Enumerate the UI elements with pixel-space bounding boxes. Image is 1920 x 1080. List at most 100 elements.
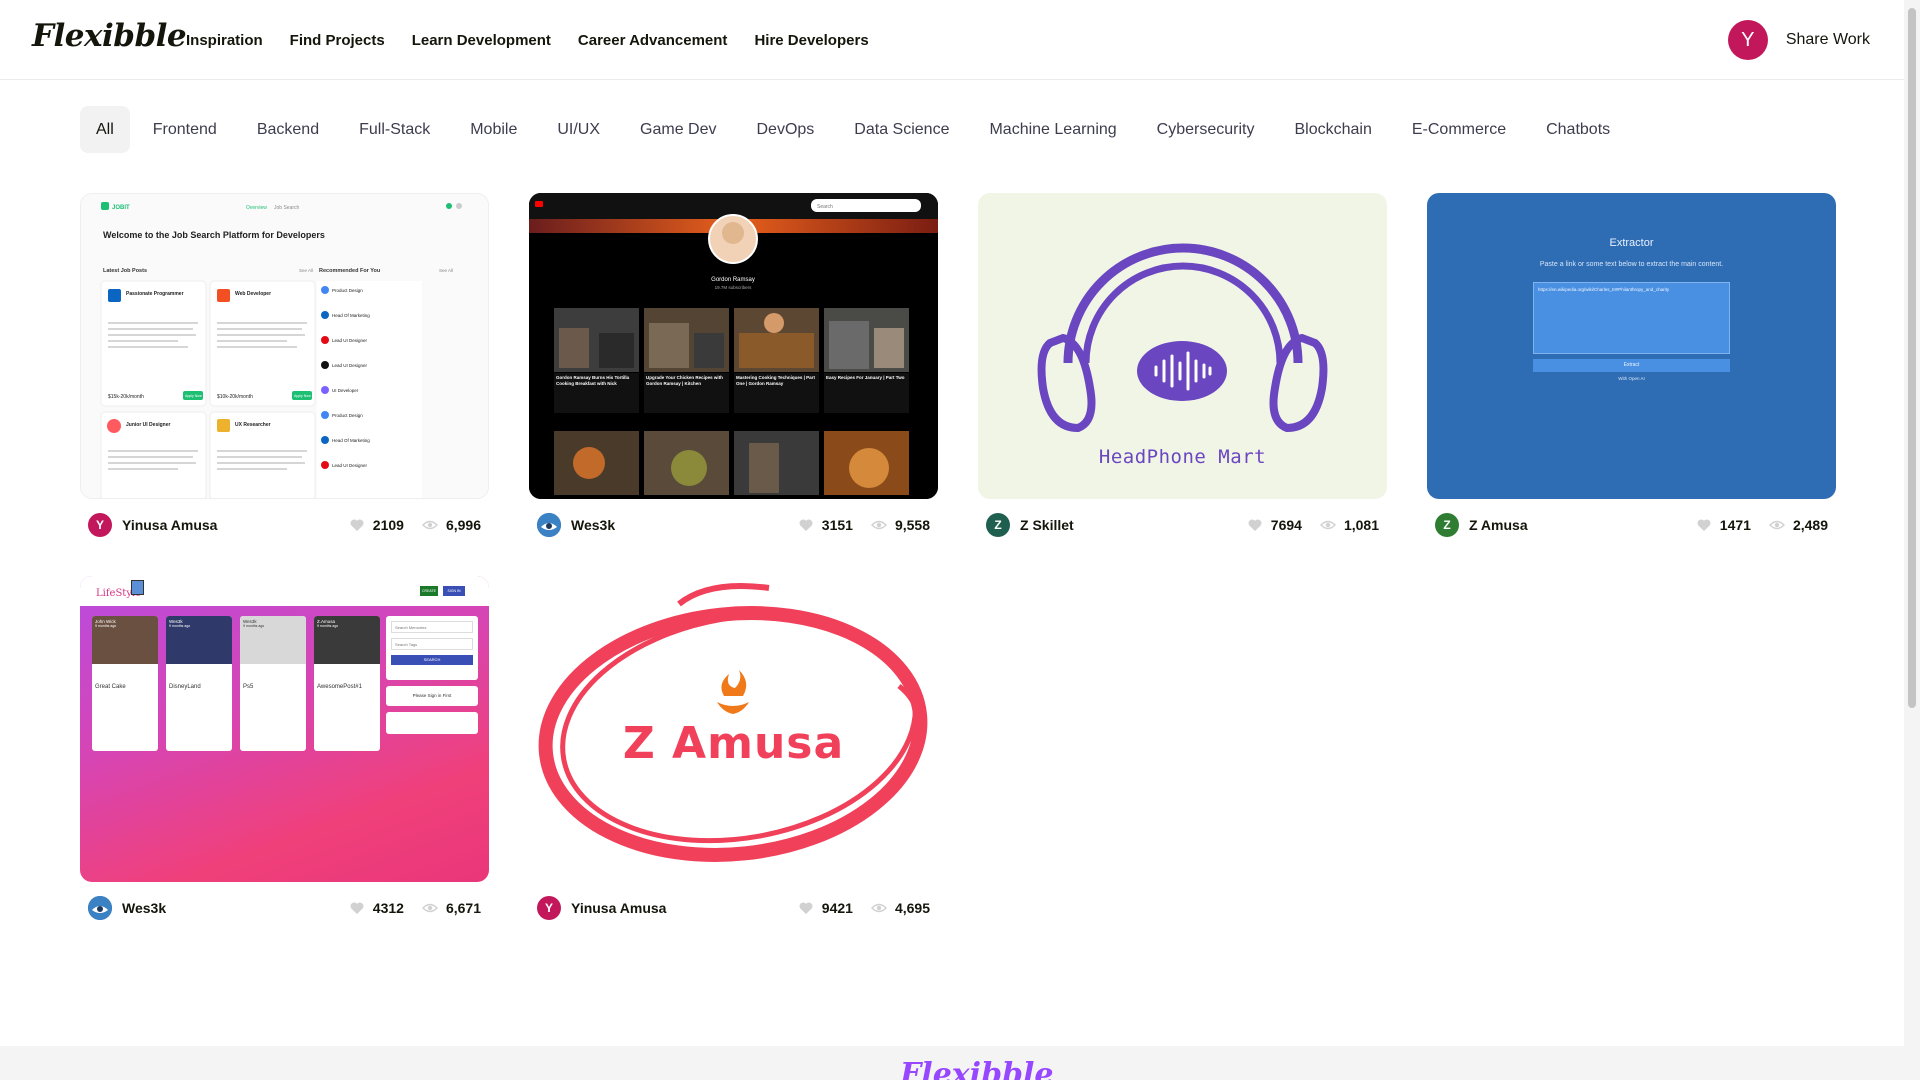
top-navbar: Flexibble Inspiration Find Projects Lear…	[0, 0, 1904, 80]
author-name: Yinusa Amusa	[122, 517, 218, 533]
post-time: 9 months ago	[169, 624, 191, 628]
eye-icon	[870, 903, 887, 913]
project-thumbnail[interactable]: HeadPhone Mart	[978, 193, 1387, 499]
nav-link-find-projects[interactable]: Find Projects	[290, 32, 385, 49]
category-full-stack[interactable]: Full-Stack	[342, 106, 447, 153]
category-chatbots[interactable]: Chatbots	[1529, 106, 1627, 153]
project-author[interactable]: Z Z Skillet	[986, 513, 1074, 537]
project-stats: 9421 4,695	[798, 900, 930, 916]
category-ui-ux[interactable]: UI/UX	[540, 106, 617, 153]
search-tags-input[interactable]: Search Tags	[391, 638, 473, 650]
post-title: AwesomePost#1	[317, 684, 362, 690]
heart-icon[interactable]	[1696, 517, 1712, 533]
apply-now-1: Apply Now	[185, 394, 202, 398]
footer-logo[interactable]: Flexibble	[900, 1060, 1054, 1080]
heart-icon[interactable]	[349, 900, 365, 916]
project-thumbnail[interactable]: JOBIT Overview Job Search Welcome to the…	[80, 193, 489, 499]
project-author[interactable]: Z Z Amusa	[1435, 513, 1528, 537]
project-thumbnail[interactable]: Z Amusa	[529, 576, 938, 882]
category-machine-learning[interactable]: Machine Learning	[972, 106, 1133, 153]
extractor-subtitle: Paste a link or some text below to extra…	[1539, 261, 1724, 268]
post-title: Great Cake	[95, 684, 126, 690]
like-count: 7694	[1270, 517, 1302, 533]
rec-item-4: Lead UI Designer	[332, 363, 368, 368]
project-author[interactable]: Y Yinusa Amusa	[537, 896, 666, 920]
author-avatar	[537, 513, 561, 537]
author-name: Z Skillet	[1020, 517, 1074, 533]
project-stats: 1471 2,489	[1696, 517, 1828, 533]
apply-now-2: Apply Now	[294, 394, 311, 398]
user-avatar[interactable]: Y	[1727, 20, 1768, 60]
project-author[interactable]: Y Yinusa Amusa	[88, 513, 217, 537]
project-thumbnail[interactable]: LifeStyle CREATE SIGN IN John Wick 9 mont…	[80, 576, 489, 882]
category-data-science[interactable]: Data Science	[837, 106, 966, 153]
post-title: DisneyLand	[169, 684, 201, 690]
project-thumbnail[interactable]: Search Gordon Ramsay 19.7M subscribers G…	[529, 193, 938, 499]
post-title: Ps5	[243, 684, 254, 690]
category-game-dev[interactable]: Game Dev	[623, 106, 733, 153]
project-meta: Wes3k 3151 9,558	[537, 511, 930, 539]
search-button[interactable]: SEARCH	[391, 655, 473, 665]
memory-post[interactable]: Z.Amusa 9 months ago AwesomePost#1	[314, 616, 380, 751]
category-all[interactable]: All	[80, 106, 130, 153]
share-work-link[interactable]: Share Work	[1786, 31, 1870, 49]
memory-post[interactable]: John Wick 9 months ago Great Cake	[92, 616, 158, 751]
author-avatar: Y	[537, 896, 561, 920]
search-memories-input[interactable]: Search Memories	[391, 621, 473, 633]
jobit-brand: JOBIT	[112, 205, 130, 211]
rec-item-2: Head Of Marketing	[332, 313, 370, 318]
job-title-3: Junior UI Designer	[126, 422, 171, 428]
post-time: 9 months ago	[243, 624, 265, 628]
project-author[interactable]: Wes3k	[88, 896, 166, 920]
job-title-2: Web Developer	[235, 291, 271, 297]
jobit-recommended-title: Recommended For You	[319, 268, 380, 274]
page-scrollbar[interactable]	[1904, 0, 1920, 1080]
flexibble-logo[interactable]: Flexibble	[32, 18, 187, 54]
project-meta: Z Z Skillet 7694 1,081	[986, 511, 1379, 539]
category-frontend[interactable]: Frontend	[136, 106, 234, 153]
extractor-input[interactable]: https://en.wikipedia.org/wiki/Charles_II…	[1533, 282, 1730, 354]
category-cybersecurity[interactable]: Cybersecurity	[1140, 106, 1272, 153]
extractor-title: Extractor	[1609, 237, 1654, 249]
create-button[interactable]: CREATE	[420, 586, 438, 596]
project-meta: Z Z Amusa 1471 2,489	[1435, 511, 1828, 539]
scrollbar-thumb[interactable]	[1908, 8, 1916, 708]
view-count: 9,558	[894, 517, 930, 533]
nav-link-learn-development[interactable]: Learn Development	[412, 32, 551, 49]
video-title-4: Easy Recipes For January | Part Two	[826, 375, 905, 380]
project-stats: 2109 6,996	[349, 517, 481, 533]
heart-icon[interactable]	[349, 517, 365, 533]
nav-link-inspiration[interactable]: Inspiration	[186, 32, 263, 49]
pagination[interactable]	[386, 712, 478, 734]
extractor-note: With Open AI	[1618, 376, 1645, 381]
extract-button[interactable]: Extract	[1533, 359, 1730, 372]
category-e-commerce[interactable]: E-Commerce	[1395, 106, 1523, 153]
memory-post[interactable]: Wes3k 9 months ago Ps5	[240, 616, 306, 751]
heart-icon[interactable]	[798, 900, 814, 916]
sign-in-button[interactable]: SIGN IN	[443, 586, 465, 596]
like-count: 9421	[821, 900, 853, 916]
nav-link-hire-developers[interactable]: Hire Developers	[754, 32, 868, 49]
category-backend[interactable]: Backend	[240, 106, 336, 153]
project-card: Z Amusa Y Yinusa Amusa 9421 4,695	[529, 576, 938, 920]
author-name: Yinusa Amusa	[571, 900, 667, 916]
category-blockchain[interactable]: Blockchain	[1277, 106, 1388, 153]
search-panel: Search Memories Search Tags SEARCH	[386, 616, 478, 680]
nav-link-career-advancement[interactable]: Career Advancement	[578, 32, 728, 49]
post-time: 9 months ago	[317, 624, 339, 628]
signin-prompt: Please Sign in First	[386, 686, 478, 706]
project-card: HeadPhone Mart Z Z Skillet 7694 1,081	[978, 193, 1387, 537]
lifestyle-logo-icon	[131, 580, 144, 595]
category-devops[interactable]: DevOps	[740, 106, 832, 153]
memory-post[interactable]: Wes3k 9 months ago DisneyLand	[166, 616, 232, 751]
category-mobile[interactable]: Mobile	[453, 106, 534, 153]
author-avatar: Z	[1435, 513, 1459, 537]
headphone-mart-brand: HeadPhone Mart	[1098, 446, 1267, 468]
eye-icon	[421, 903, 438, 913]
eye-icon	[870, 520, 887, 530]
heart-icon[interactable]	[798, 517, 814, 533]
project-author[interactable]: Wes3k	[537, 513, 615, 537]
project-stats: 4312 6,671	[349, 900, 481, 916]
project-thumbnail[interactable]: Extractor Paste a link or some text belo…	[1427, 193, 1836, 499]
heart-icon[interactable]	[1247, 517, 1263, 533]
